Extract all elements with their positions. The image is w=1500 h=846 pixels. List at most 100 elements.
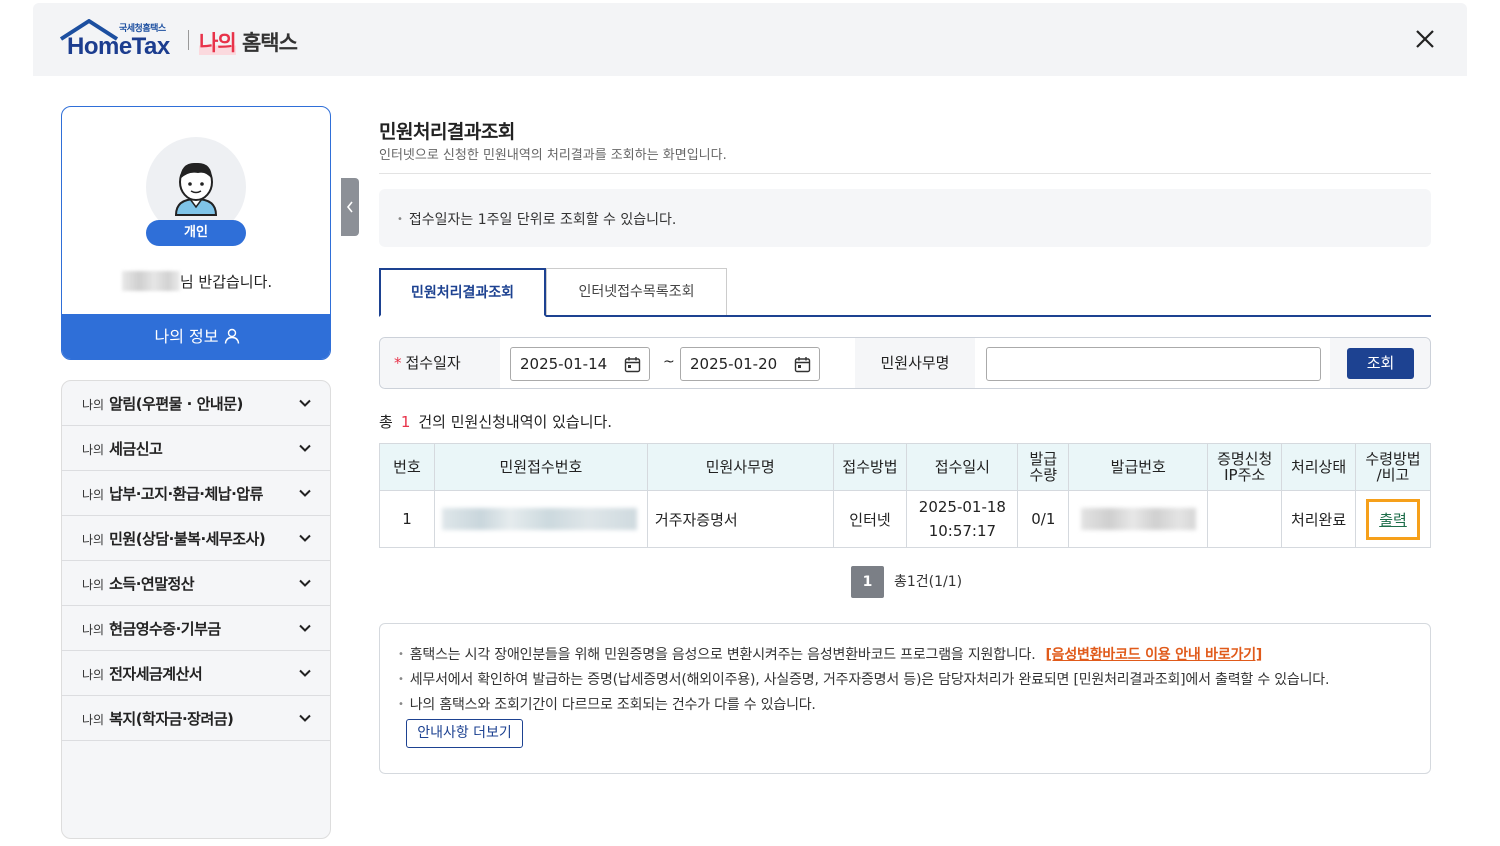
result-count: 총 1 건의 민원신청내역이 있습니다. [379, 411, 612, 432]
cell-method: 인터넷 [832, 490, 908, 548]
search-panel: * 접수일자 2025-01-14 ~ 2025-01-20 민원사무명 조회 [379, 337, 1431, 389]
column-header: 발급번호 [1068, 443, 1209, 491]
menu-item-label: 알림(우편물 · 안내문) [109, 394, 243, 413]
guide-text: 나의 홈택스와 조회기간이 다르므로 조회되는 건수가 다를 수 있습니다. [409, 697, 816, 713]
cell-receipt-number [433, 490, 648, 548]
logo-text: HomeTax [67, 33, 170, 60]
table-header-row: 번호 민원접수번호 민원사무명 접수방법 접수일시 발급 수량 발급번호 증명신… [379, 443, 1432, 491]
title-divider [379, 173, 1431, 174]
date-from-input[interactable]: 2025-01-14 [510, 347, 650, 381]
person-icon [224, 328, 239, 344]
date-separator: ~ [663, 354, 675, 370]
guide-box: • 홈택스는 시각 장애인분들을 위해 민원증명을 음성으로 변환시켜주는 음성변… [379, 623, 1431, 774]
menu-item-welfare[interactable]: 나의 복지(학자금·장려금) [62, 696, 330, 741]
menu-item-label: 복지(학자금·장려금) [109, 709, 234, 728]
greeting-text: 님 반갑습니다. [179, 273, 273, 291]
menu-item-prefix: 나의 [82, 397, 105, 412]
date-to-value: 2025-01-20 [690, 355, 778, 373]
search-button[interactable]: 조회 [1347, 348, 1414, 379]
date-label-text: 접수일자 [405, 354, 461, 372]
receipt-time: 10:57:17 [928, 522, 997, 540]
required-mark: * [394, 354, 402, 372]
chevron-down-icon [299, 624, 311, 632]
column-header: 처리상태 [1281, 443, 1356, 491]
menu-item-label: 민원(상담·불복·세무조사) [109, 529, 266, 548]
my-info-button[interactable]: 나의 정보 [62, 314, 330, 359]
chevron-left-icon [346, 201, 353, 212]
calendar-icon[interactable] [794, 356, 811, 373]
menu-item-e-invoice[interactable]: 나의 전자세금계산서 [62, 651, 330, 696]
sidebar-collapse-button[interactable] [341, 178, 359, 236]
petition-name-input[interactable] [986, 347, 1321, 381]
guide-line-2: • 세무서에서 확인하여 발급하는 증명(납세증명서(해외이주용), 사실증명, … [398, 669, 1329, 689]
header-title-accent: 나의 [199, 31, 237, 55]
side-menu: 나의 알림(우편물 · 안내문) 나의 세금신고 나의 납부·고지·환급·체납·압류 … [61, 380, 331, 839]
bullet-icon: • [398, 649, 404, 660]
cell-action: 출력 [1354, 490, 1432, 548]
profile-card: 개인 님 반갑습니다. 나의 정보 [61, 106, 331, 360]
menu-item-income[interactable]: 나의 소득·연말정산 [62, 561, 330, 606]
chevron-down-icon [299, 534, 311, 542]
header-title: 나의 홈택스 [199, 27, 298, 57]
close-icon[interactable] [1413, 27, 1437, 51]
count-prefix: 총 [379, 413, 393, 431]
chevron-down-icon [299, 399, 311, 407]
menu-item-prefix: 나의 [82, 577, 105, 592]
column-header: 접수방법 [832, 443, 908, 491]
column-header: 수령방법 /비고 [1354, 443, 1432, 491]
receipt-number-masked [441, 508, 637, 530]
greeting: 님 반갑습니다. [62, 271, 330, 292]
count-value: 1 [400, 413, 411, 431]
window-header: 국세청홈택스 HomeTax 나의 홈택스 [33, 3, 1467, 76]
chevron-down-icon [299, 669, 311, 677]
column-header: 발급 수량 [1017, 443, 1070, 491]
search-button-cell: 조회 [1330, 338, 1430, 388]
menu-item-prefix: 나의 [82, 622, 105, 637]
pagination-summary: 총1건(1/1) [894, 574, 963, 590]
menu-item-label: 현금영수증·기부금 [109, 619, 221, 638]
notice-text: 접수일자는 1주일 단위로 조회할 수 있습니다. [408, 212, 677, 228]
menu-item-cash-receipt[interactable]: 나의 현금영수증·기부금 [62, 606, 330, 651]
column-header: 접수일시 [906, 443, 1019, 491]
guide-line-3: • 나의 홈택스와 조회기간이 다르므로 조회되는 건수가 다를 수 있습니다. [398, 694, 816, 714]
table-row: 1 거주자증명서 인터넷 2025-01-18 10:57:17 0/1 처리완… [379, 490, 1432, 548]
date-to-input[interactable]: 2025-01-20 [680, 347, 820, 381]
guide-text: 세무서에서 확인하여 발급하는 증명(납세증명서(해외이주용), 사실증명, 거… [409, 672, 1330, 688]
issue-number-masked [1080, 508, 1196, 530]
cell-issue-number [1068, 490, 1209, 548]
page-title: 민원처리결과조회 [379, 121, 515, 143]
cell-datetime: 2025-01-18 10:57:17 [906, 490, 1019, 548]
menu-item-notifications[interactable]: 나의 알림(우편물 · 안내문) [62, 381, 330, 426]
voice-barcode-guide-link[interactable]: [음성변환바코드 이용 안내 바로가기] [1045, 647, 1262, 663]
calendar-icon[interactable] [624, 356, 641, 373]
result-table: 번호 민원접수번호 민원사무명 접수방법 접수일시 발급 수량 발급번호 증명신… [379, 443, 1432, 548]
column-header: 증명신청 IP주소 [1207, 443, 1283, 491]
tab-result-inquiry[interactable]: 민원처리결과조회 [379, 268, 546, 317]
menu-item-prefix: 나의 [82, 712, 105, 727]
menu-item-tax-filing[interactable]: 나의 세금신고 [62, 426, 330, 471]
tab-internet-receipt-list[interactable]: 인터넷접수목록조회 [546, 268, 727, 315]
bullet-icon: • [397, 214, 403, 225]
menu-item-label: 납부·고지·환급·체납·압류 [109, 484, 263, 503]
print-link[interactable]: 출력 [1366, 498, 1420, 540]
chevron-down-icon [299, 489, 311, 497]
header-divider [188, 30, 189, 50]
menu-item-civil-petition[interactable]: 나의 민원(상담·불복·세무조사) [62, 516, 330, 561]
bullet-icon: • [398, 674, 404, 685]
date-from-value: 2025-01-14 [520, 355, 608, 373]
menu-item-payment[interactable]: 나의 납부·고지·환급·체납·압류 [62, 471, 330, 516]
count-suffix: 건의 민원신청내역이 있습니다. [418, 413, 613, 431]
header-title-rest: 홈택스 [241, 31, 298, 55]
guide-text: 홈택스는 시각 장애인분들을 위해 민원증명을 음성으로 변환시켜주는 음성변환… [409, 647, 1036, 663]
column-header: 민원접수번호 [433, 443, 648, 491]
petition-name-label: 민원사무명 [855, 338, 975, 388]
chevron-down-icon [299, 714, 311, 722]
more-guide-button[interactable]: 안내사항 더보기 [406, 719, 523, 748]
page-number-current[interactable]: 1 [851, 566, 884, 598]
menu-item-label: 세금신고 [109, 439, 163, 458]
column-header: 민원사무명 [646, 443, 834, 491]
user-name-masked [121, 271, 180, 291]
column-header: 번호 [379, 443, 435, 491]
menu-item-label: 전자세금계산서 [109, 664, 203, 683]
hometax-logo[interactable]: 국세청홈택스 HomeTax [59, 19, 179, 63]
